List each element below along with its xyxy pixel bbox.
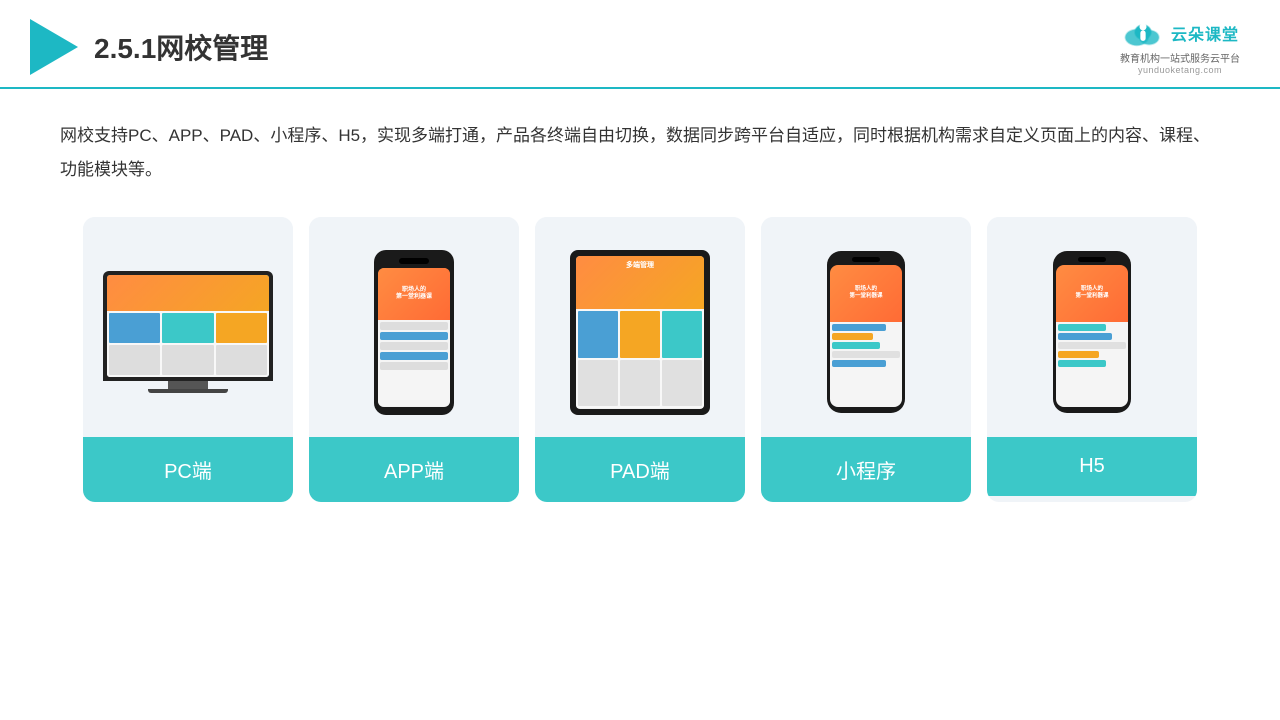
pc-screen-inner [107, 275, 269, 377]
miniprogram-phone-mockup: 职场人的第一堂利器课 [827, 251, 905, 413]
h5-phone-mockup: 职场人的第一堂利器课 [1053, 251, 1131, 413]
h5-row-3 [1058, 342, 1126, 349]
h5-screen: 职场人的第一堂利器课 [1056, 265, 1128, 407]
pad-tablet-mockup: 多端管理 [570, 250, 710, 415]
miniprogram-screen-text: 职场人的第一堂利器课 [849, 286, 882, 300]
device-cards-container: PC端 职场人的第一堂利器课 [60, 217, 1220, 502]
logo-triangle-icon [30, 19, 78, 75]
pad-screen: 多端管理 [576, 256, 704, 409]
brand-logo: 云朵课堂 教育机构一站式服务云平台 yunduoketang.com [1120, 18, 1240, 75]
app-card: 职场人的第一堂利器课 APP端 [309, 217, 519, 502]
app-screen-top: 职场人的第一堂利器课 [378, 268, 450, 321]
miniprogram-label: 小程序 [761, 437, 971, 502]
pad-block-1 [578, 311, 618, 358]
pc-label: PC端 [83, 437, 293, 502]
brand-name: 云朵课堂 [1171, 21, 1239, 45]
pad-block-6 [662, 360, 702, 407]
cloud-icon [1121, 18, 1165, 48]
pad-block-2 [620, 311, 660, 358]
cloud-logo-container: 云朵课堂 [1121, 18, 1239, 48]
miniprogram-image-area: 职场人的第一堂利器课 [761, 217, 971, 437]
pc-card: PC端 [83, 217, 293, 502]
app-row-2 [380, 332, 448, 340]
brand-tagline: 教育机构一站式服务云平台 [1120, 50, 1240, 65]
pad-screen-text: 多端管理 [576, 256, 704, 274]
miniprogram-card: 职场人的第一堂利器课 小程序 [761, 217, 971, 502]
pad-screen-top: 多端管理 [576, 256, 704, 310]
app-row-1 [380, 322, 448, 330]
mini-row-5 [832, 360, 886, 367]
mini-row-1 [832, 324, 886, 331]
app-row-4 [380, 352, 448, 360]
app-label: APP端 [309, 437, 519, 502]
pc-base [148, 389, 228, 393]
pc-grid [107, 311, 269, 377]
h5-image-area: 职场人的第一堂利器课 [987, 217, 1197, 437]
h5-screen-text: 职场人的第一堂利器课 [1075, 286, 1108, 300]
miniprogram-notch [852, 257, 880, 262]
h5-screen-top: 职场人的第一堂利器课 [1056, 265, 1128, 322]
description-text: 网校支持PC、APP、PAD、小程序、H5，实现多端打通，产品各终端自由切换，数… [60, 119, 1220, 187]
pc-cell-6 [216, 345, 267, 375]
brand-url: yunduoketang.com [1138, 65, 1222, 75]
app-row-5 [380, 362, 448, 370]
pc-image-area [83, 217, 293, 437]
header-left: 2.5.1网校管理 [30, 19, 268, 75]
pc-stand [168, 381, 208, 389]
app-screen-body [378, 320, 450, 406]
main-content: 网校支持PC、APP、PAD、小程序、H5，实现多端打通，产品各终端自由切换，数… [0, 89, 1280, 720]
app-image-area: 职场人的第一堂利器课 [309, 217, 519, 437]
pad-block-4 [578, 360, 618, 407]
mini-row-4 [832, 351, 900, 358]
app-row-3 [380, 342, 448, 350]
pc-cell-1 [109, 313, 160, 343]
mini-row-2 [832, 333, 873, 340]
pc-mockup [103, 271, 273, 393]
h5-notch [1078, 257, 1106, 262]
h5-label: H5 [987, 437, 1197, 496]
pad-card: 多端管理 PAD端 [535, 217, 745, 502]
app-phone-screen: 职场人的第一堂利器课 [378, 268, 450, 407]
h5-screen-body [1056, 322, 1128, 407]
h5-card: 职场人的第一堂利器课 H5 [987, 217, 1197, 502]
pc-cell-4 [109, 345, 160, 375]
pc-cell-5 [162, 345, 213, 375]
miniprogram-screen-top: 职场人的第一堂利器课 [830, 265, 902, 322]
header: 2.5.1网校管理 云朵课堂 教育机构一站式服务云平台 yunduoketang… [0, 0, 1280, 89]
page: 2.5.1网校管理 云朵课堂 教育机构一站式服务云平台 yunduoketang… [0, 0, 1280, 720]
app-phone-notch [399, 258, 429, 264]
pc-cell-2 [162, 313, 213, 343]
h5-row-5 [1058, 360, 1106, 367]
miniprogram-screen: 职场人的第一堂利器课 [830, 265, 902, 407]
h5-row-2 [1058, 333, 1112, 340]
app-screen-text: 职场人的第一堂利器课 [396, 287, 432, 301]
pad-block-5 [620, 360, 660, 407]
pc-screen-outer [103, 271, 273, 381]
pad-image-area: 多端管理 [535, 217, 745, 437]
miniprogram-screen-body [830, 322, 902, 407]
app-phone-mockup: 职场人的第一堂利器课 [374, 250, 454, 415]
page-title: 2.5.1网校管理 [94, 27, 268, 67]
pad-label: PAD端 [535, 437, 745, 502]
pc-banner [107, 275, 269, 316]
pad-block-3 [662, 311, 702, 358]
pc-cell-3 [216, 313, 267, 343]
h5-row-1 [1058, 324, 1106, 331]
pad-screen-body [576, 309, 704, 408]
mini-row-3 [832, 342, 880, 349]
h5-row-4 [1058, 351, 1099, 358]
